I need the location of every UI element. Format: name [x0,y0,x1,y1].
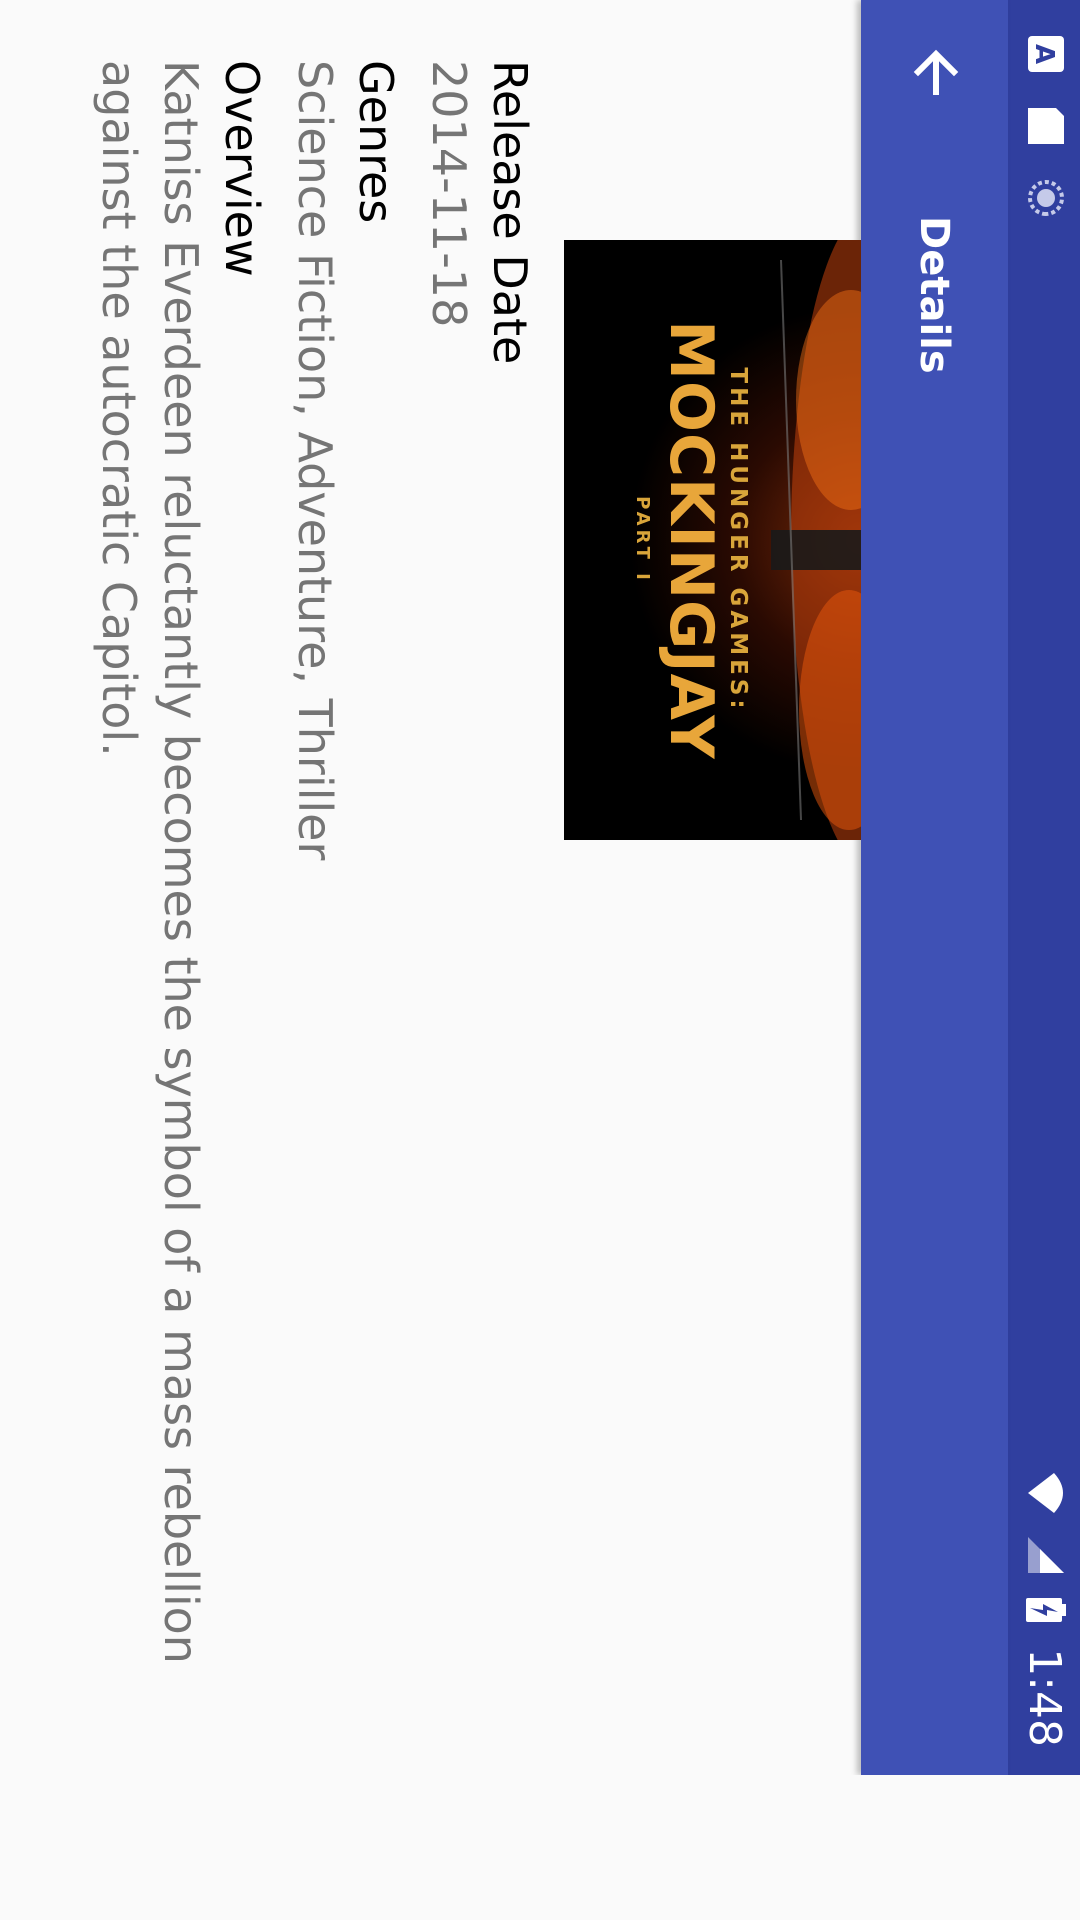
battery-charging-icon [1022,1595,1066,1625]
app-bar: Details [861,0,1008,1775]
release-date-value: 2014-11-18 [422,60,476,328]
status-time: 1:48 [1019,1648,1070,1747]
page-title: Details [911,216,957,374]
details-content: Release Date 2014-11-18 Genres Science F… [76,60,540,1760]
status-right-icons [1022,1471,1066,1625]
wifi-icon [1022,1471,1066,1515]
genres-label: Genres [349,60,403,224]
status-bar: A 1:48 [1008,0,1080,1775]
poster-title: MOCKINGJAY [656,320,726,760]
poster-subtitle: THE HUNGER GAMES: [725,367,751,713]
genres-value: Science Fiction, Adventure, Thriller [288,60,342,861]
sd-card-icon [1022,104,1066,148]
overview-value: Katniss Everdeen reluctantly becomes the… [92,60,208,1664]
poster-part: PART I [632,496,653,584]
movie-poster: THE HUNGER GAMES: MOCKINGJAY PART I [564,240,861,840]
sync-icon [1022,178,1066,218]
status-left-icons: A [1020,34,1068,218]
overview-label: Overview [215,60,269,277]
signal-icon [1022,1535,1066,1575]
release-date-label: Release Date [483,60,537,365]
back-button[interactable] [892,32,976,116]
arrow-back-icon [904,46,964,102]
screen: A 1:48 Details THE HUNGER GAMES: MOCKING… [0,0,1080,1775]
svg-text:A: A [1029,44,1059,64]
text-a-icon: A [1022,34,1066,74]
